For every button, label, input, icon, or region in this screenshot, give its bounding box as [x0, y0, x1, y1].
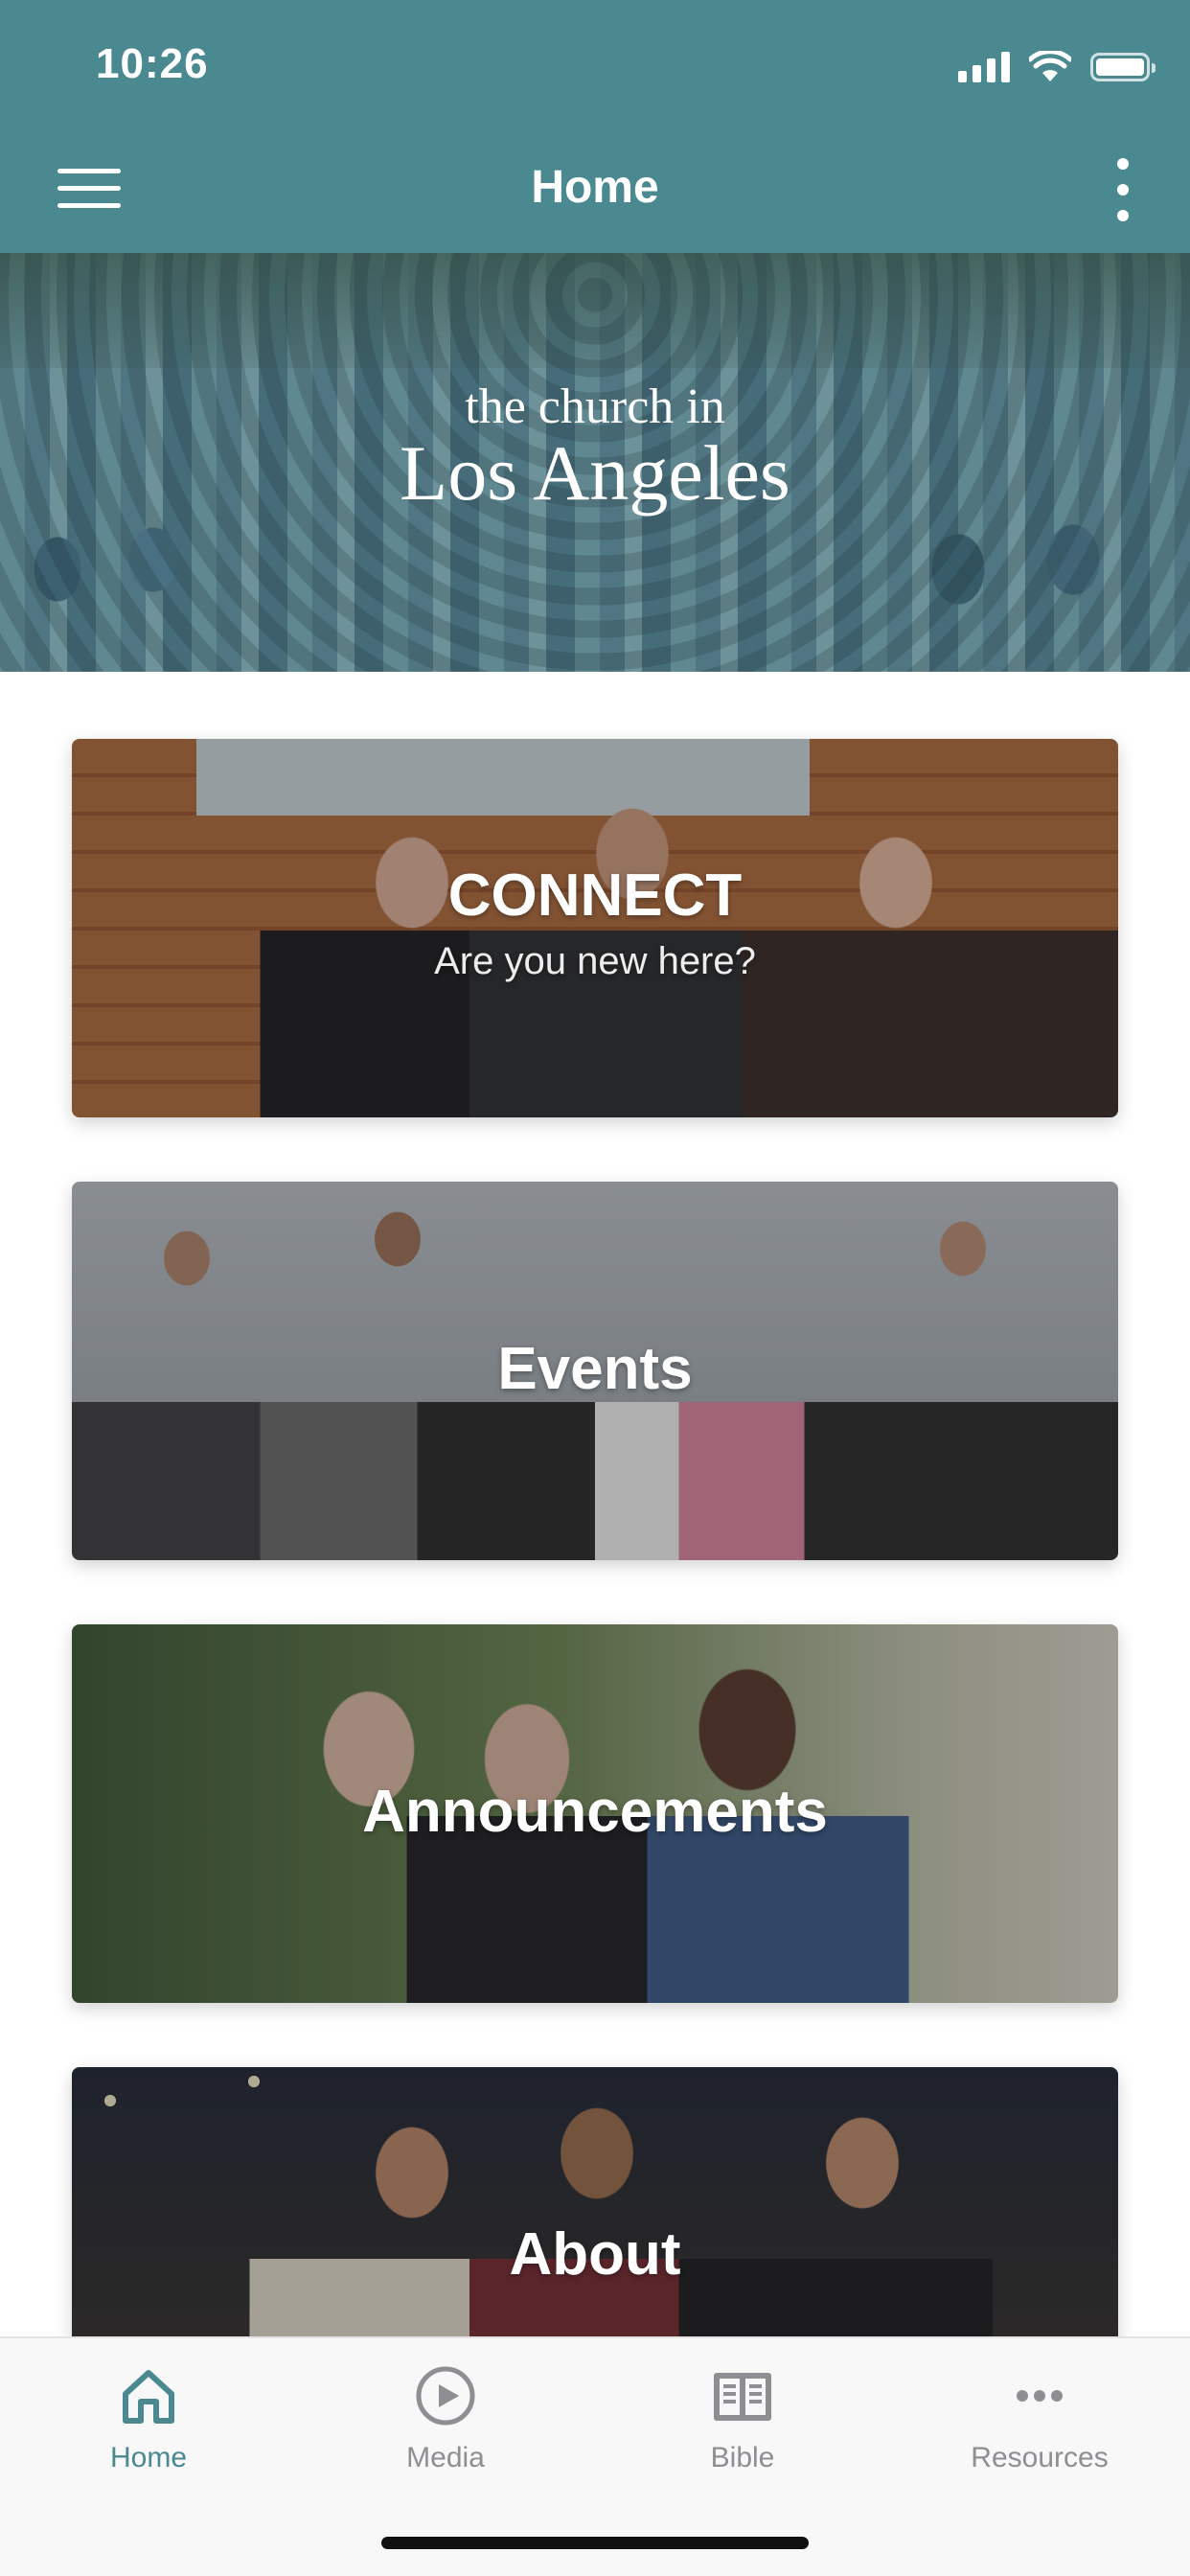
card-title: About	[509, 2221, 681, 2288]
battery-icon	[1090, 53, 1156, 81]
connect-card[interactable]: CONNECT Are you new here?	[72, 739, 1118, 1117]
hero-banner: the church in Los Angeles	[0, 253, 1190, 672]
home-icon	[123, 2370, 174, 2424]
status-time: 10:26	[96, 40, 209, 87]
home-indicator[interactable]	[381, 2537, 809, 2549]
wifi-icon	[1029, 51, 1071, 81]
top-bar: 10:26 Home	[0, 0, 1190, 253]
more-options-button[interactable]	[1104, 158, 1142, 221]
logo-line-1: the church in	[465, 380, 725, 434]
tab-home[interactable]: Home	[0, 2338, 297, 2492]
ellipsis-icon	[1017, 2390, 1063, 2402]
card-title: CONNECT	[447, 862, 743, 929]
announcements-card[interactable]: Announcements	[72, 1624, 1118, 2003]
tab-label: Media	[406, 2442, 485, 2473]
card-subtitle: Are you new here?	[434, 940, 756, 982]
tab-media[interactable]: Media	[297, 2338, 594, 2492]
cellular-signal-icon	[958, 52, 1010, 82]
open-book-icon	[714, 2373, 771, 2421]
tab-bible[interactable]: Bible	[594, 2338, 891, 2492]
church-logo: the church in Los Angeles	[0, 382, 1190, 513]
logo-line-2: Los Angeles	[400, 429, 790, 517]
card-title: Announcements	[362, 1779, 828, 1845]
tab-label: Home	[109, 2442, 188, 2473]
status-icons	[958, 46, 1156, 88]
play-circle-icon	[416, 2366, 475, 2426]
app-screen: 10:26 Home the church in Los Angeles CON…	[0, 0, 1190, 2576]
tab-label: Resources	[971, 2442, 1109, 2473]
card-title: Events	[497, 1336, 693, 1402]
page-title: Home	[531, 162, 659, 213]
events-card[interactable]: Events	[72, 1182, 1118, 1560]
tab-label: Bible	[710, 2442, 775, 2473]
tab-resources[interactable]: Resources	[891, 2338, 1188, 2492]
